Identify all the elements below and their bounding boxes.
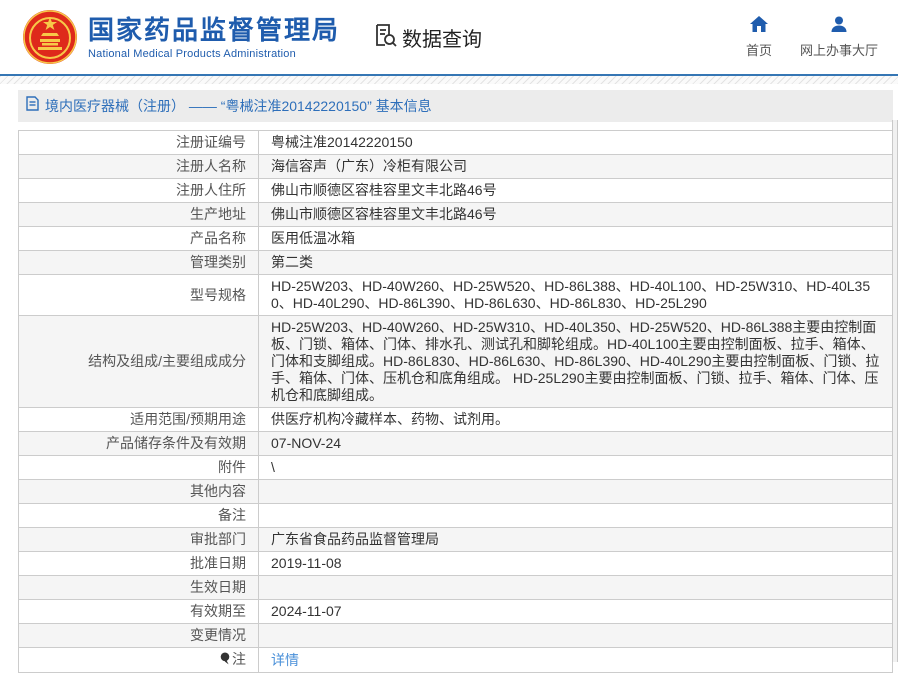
- breadcrumb: 境内医疗器械（注册） —— “粤械注准20142220150” 基本信息: [18, 90, 893, 122]
- home-icon: [749, 15, 768, 37]
- detail-link[interactable]: 详情: [271, 652, 299, 668]
- table-row: 注册人住所 佛山市顺德区容桂容里文丰北路46号: [18, 178, 893, 203]
- table-row: 生效日期: [18, 575, 893, 600]
- national-emblem-icon[interactable]: [22, 9, 78, 65]
- row-value: [258, 503, 893, 528]
- site-header: 国家药品监督管理局 National Medical Products Admi…: [0, 0, 898, 76]
- table-row: 结构及组成/主要组成成分 HD-25W203、HD-40W260、HD-25W31…: [18, 315, 893, 408]
- row-label: 有效期至: [18, 599, 259, 624]
- table-row: 注册证编号 粤械注准20142220150: [18, 130, 893, 155]
- page-doc-icon: [26, 96, 39, 116]
- row-label: 审批部门: [18, 527, 259, 552]
- table-row: 附件 \: [18, 455, 893, 480]
- nav-service-hall-label: 网上办事大厅: [799, 42, 878, 58]
- table-row: 产品名称 医用低温冰箱: [18, 226, 893, 251]
- row-value: [258, 623, 893, 648]
- nav-home[interactable]: 首页: [745, 15, 772, 59]
- table-row: 备注: [18, 503, 893, 528]
- row-label: 产品储存条件及有效期: [18, 431, 259, 456]
- row-value: 粤械注准20142220150: [258, 130, 893, 155]
- row-value: 医用低温冰箱: [258, 226, 893, 251]
- row-label: 附件: [18, 455, 259, 480]
- row-label: 型号规格: [18, 274, 259, 316]
- row-value: 广东省食品药品监督管理局: [258, 527, 893, 552]
- row-value: 详情: [258, 647, 893, 673]
- row-label: 生效日期: [18, 575, 259, 600]
- row-label: 变更情况: [18, 623, 259, 648]
- row-value: 2019-11-08: [258, 551, 893, 576]
- agency-name-en: National Medical Products Administration: [88, 47, 296, 60]
- table-row: 审批部门 广东省食品药品监督管理局: [18, 527, 893, 552]
- registration-info-table: 注册证编号 粤械注准20142220150 注册人名称 海信容声（广东）冷柜有限公司注…: [18, 130, 893, 673]
- row-value: 07-NOV-24: [258, 431, 893, 456]
- row-label: 其他内容: [18, 479, 259, 504]
- header-hatch-divider: [0, 76, 898, 84]
- table-row: 注册人名称 海信容声（广东）冷柜有限公司: [18, 154, 893, 179]
- table-row: 型号规格 HD-25W203、HD-40W260、HD-25W520、HD-86L…: [18, 274, 893, 316]
- row-label: 适用范围/预期用途: [18, 407, 259, 432]
- row-value: \: [258, 455, 893, 480]
- row-label: 管理类别: [18, 250, 259, 275]
- table-row: 注详情: [18, 647, 893, 673]
- row-label: 批准日期: [18, 551, 259, 576]
- vertical-scrollbar[interactable]: [892, 120, 898, 662]
- data-query-nav[interactable]: 数据查询: [372, 22, 482, 53]
- row-value: 2024-11-07: [258, 599, 893, 624]
- table-row: 变更情况: [18, 623, 893, 648]
- nav-home-label: 首页: [745, 42, 772, 58]
- agency-name-cn: 国家药品监督管理局: [88, 14, 341, 45]
- document-search-icon: [372, 22, 398, 53]
- row-label: 结构及组成/主要组成成分: [18, 315, 259, 408]
- table-row: 其他内容: [18, 479, 893, 504]
- row-label: 生产地址: [18, 202, 259, 227]
- user-icon: [830, 16, 848, 37]
- row-value: 佛山市顺德区容桂容里文丰北路46号: [258, 202, 893, 227]
- table-row: 有效期至 2024-11-07: [18, 599, 893, 624]
- row-value: [258, 575, 893, 600]
- row-value: HD-25W203、HD-40W260、HD-25W520、HD-86L388、…: [258, 274, 893, 316]
- row-label: 注册人住所: [18, 178, 259, 203]
- table-row: 产品储存条件及有效期 07-NOV-24: [18, 431, 893, 456]
- nav-service-hall[interactable]: 网上办事大厅: [800, 16, 878, 59]
- row-value: [258, 479, 893, 504]
- row-value: 佛山市顺德区容桂容里文丰北路46号: [258, 178, 893, 203]
- table-row: 适用范围/预期用途 供医疗机构冷藏样本、药物、试剂用。: [18, 407, 893, 432]
- row-value: 海信容声（广东）冷柜有限公司: [258, 154, 893, 179]
- row-value: 供医疗机构冷藏样本、药物、试剂用。: [258, 407, 893, 432]
- table-row: 批准日期 2019-11-08: [18, 551, 893, 576]
- row-value: 第二类: [258, 250, 893, 275]
- breadcrumb-text: 境内医疗器械（注册） —— “粤械注准20142220150” 基本信息: [45, 98, 432, 114]
- top-nav: 首页 网上办事大厅: [745, 15, 878, 59]
- row-label: 产品名称: [18, 226, 259, 251]
- note-balloon-icon: [220, 652, 230, 669]
- row-value: HD-25W203、HD-40W260、HD-25W310、HD-40L350、…: [258, 315, 893, 408]
- data-query-label: 数据查询: [402, 28, 483, 51]
- table-row: 管理类别 第二类: [18, 250, 893, 275]
- table-row: 生产地址 佛山市顺德区容桂容里文丰北路46号: [18, 202, 893, 227]
- row-label: 备注: [18, 503, 259, 528]
- site-title[interactable]: 国家药品监督管理局 National Medical Products Admi…: [88, 15, 340, 60]
- row-label: 注: [18, 647, 259, 673]
- row-label: 注册证编号: [18, 130, 259, 155]
- row-label: 注册人名称: [18, 154, 259, 179]
